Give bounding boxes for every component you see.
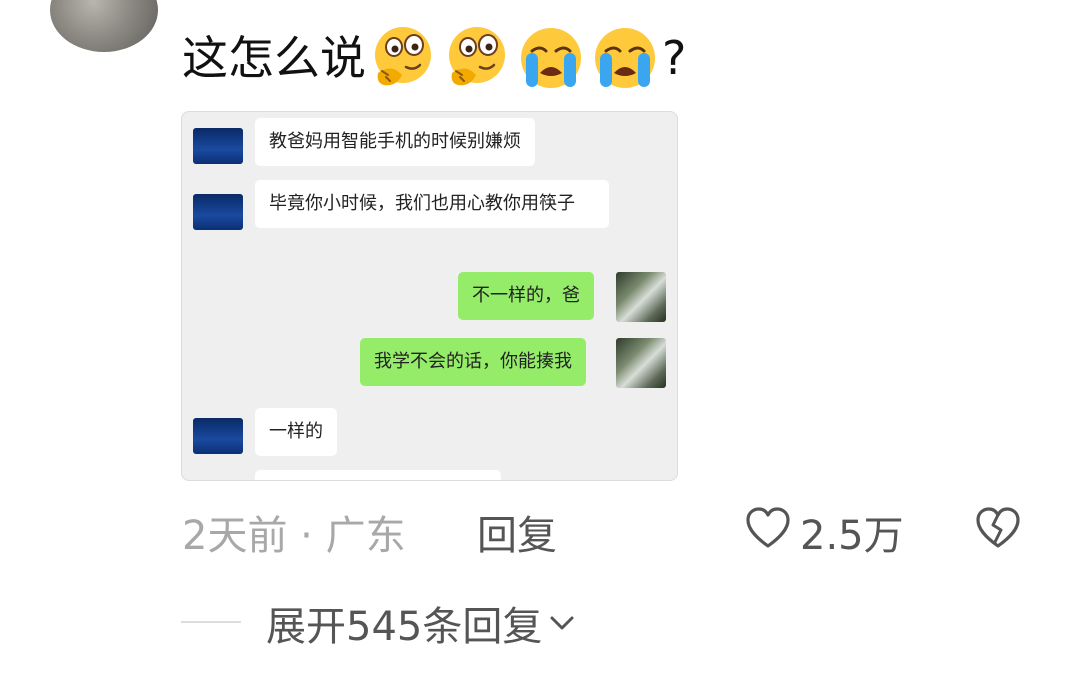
chat-message: 我学不会的话，你能揍我 [360,338,586,386]
loudly-crying-emoji-icon [588,21,662,95]
loudly-crying-emoji-icon [514,21,588,95]
heart-outline-icon[interactable] [744,504,792,552]
chevron-down-icon [550,616,574,630]
chat-message: 一样的 [255,408,337,456]
expand-replies-label: 展开545条回复 [266,604,543,650]
receiver-avatar [616,338,666,388]
thinking-emoji-icon [440,21,514,95]
chat-message: 教爸妈用智能手机的时候别嫌烦 [255,118,535,166]
chat-message: 毕竟你小时候，我们也用心教你用筷子 [255,180,609,228]
comment-body: 这怎么说 ? [182,18,686,98]
thinking-emoji-icon [366,21,440,95]
reply-divider [181,621,241,623]
comment-trailing-mark: ? [662,31,687,85]
receiver-avatar [616,272,666,322]
comment-time-location: 2天前 · 广东 [182,513,406,559]
commenter-avatar[interactable] [50,0,158,52]
chat-message: 不一样的，爸 [458,272,594,320]
comment-text: 这怎么说 [182,31,366,85]
expand-replies-button[interactable]: 展开545条回复 [266,594,578,652]
sender-avatar [193,128,243,164]
like-count: 2.5万 [800,513,904,559]
reply-button[interactable]: 回复 [477,503,557,561]
sender-avatar [193,418,243,454]
chat-screenshot-image[interactable]: 教爸妈用智能手机的时候别嫌烦 毕竟你小时候，我们也用心教你用筷子 不一样的，爸 … [181,111,678,481]
chat-message-partial [255,470,501,480]
broken-heart-icon[interactable] [974,504,1022,552]
sender-avatar [193,194,243,230]
